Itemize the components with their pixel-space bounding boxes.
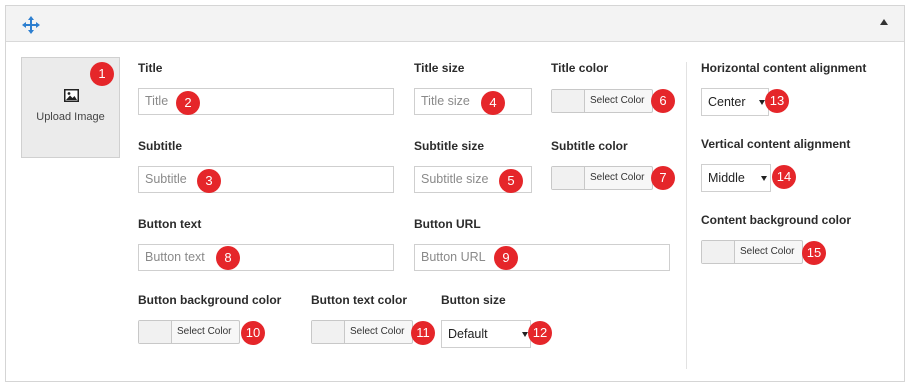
title-size-input[interactable]: Title size [414,88,532,115]
callout-badge: 15 [802,241,826,265]
chevron-down-icon [761,176,767,181]
button-url-input[interactable]: Button URL [414,244,670,271]
title-color-label: Title color [551,61,609,75]
subtitle-input[interactable]: Subtitle [138,166,394,193]
button-size-label: Button size [441,293,506,307]
button-text-color-label: Button text color [311,293,407,307]
callout-badge: 2 [176,91,200,115]
button-text-input[interactable]: Button text [138,244,394,271]
panel-header [6,6,904,42]
select-color-label: Select Color [177,326,232,337]
horizontal-alignment-value: Center [708,95,746,109]
subtitle-color-label: Subtitle color [551,139,628,153]
button-size-value: Default [448,327,488,341]
button-bg-color-label: Button background color [138,293,282,307]
subtitle-color-button[interactable]: Select Color [551,166,653,190]
collapse-arrow-icon[interactable] [880,19,888,25]
content-bg-color-button[interactable]: Select Color [701,240,803,264]
title-size-label: Title size [414,61,465,75]
callout-badge: 7 [651,166,675,190]
subtitle-label: Subtitle [138,139,182,153]
vertical-alignment-label: Vertical content alignment [701,137,851,151]
title-color-button[interactable]: Select Color [551,89,653,113]
callout-badge: 6 [651,89,675,113]
select-color-label: Select Color [590,172,645,183]
button-url-label: Button URL [414,217,481,231]
color-swatch [139,321,172,343]
content-bg-color-label: Content background color [701,213,851,227]
vertical-alignment-select[interactable]: Middle [701,164,771,192]
callout-badge: 14 [772,165,796,189]
upload-image-label: Upload Image [36,111,105,123]
button-text-label: Button text [138,217,202,231]
color-swatch [552,90,585,112]
horizontal-alignment-select[interactable]: Center [701,88,769,116]
button-bg-color-button[interactable]: Select Color [138,320,240,344]
title-label: Title [138,61,163,75]
select-color-label: Select Color [590,95,645,106]
callout-badge: 3 [197,169,221,193]
callout-badge: 1 [90,62,114,86]
vertical-alignment-value: Middle [708,171,745,185]
select-color-label: Select Color [350,326,405,337]
callout-badge: 11 [411,321,435,345]
callout-badge: 8 [216,246,240,270]
select-color-label: Select Color [740,246,795,257]
callout-badge: 4 [481,91,505,115]
horizontal-alignment-label: Horizontal content alignment [701,61,867,75]
column-divider [686,62,687,369]
callout-badge: 9 [494,246,518,270]
button-size-select[interactable]: Default [441,320,531,348]
color-swatch [702,241,735,263]
button-text-color-button[interactable]: Select Color [311,320,413,344]
callout-badge: 13 [765,89,789,113]
callout-badge: 5 [499,169,523,193]
color-swatch [312,321,345,343]
move-icon[interactable] [22,16,40,34]
color-swatch [552,167,585,189]
image-icon [64,89,79,102]
subtitle-size-label: Subtitle size [414,139,485,153]
callout-badge: 10 [241,321,265,345]
callout-badge: 12 [528,321,552,345]
